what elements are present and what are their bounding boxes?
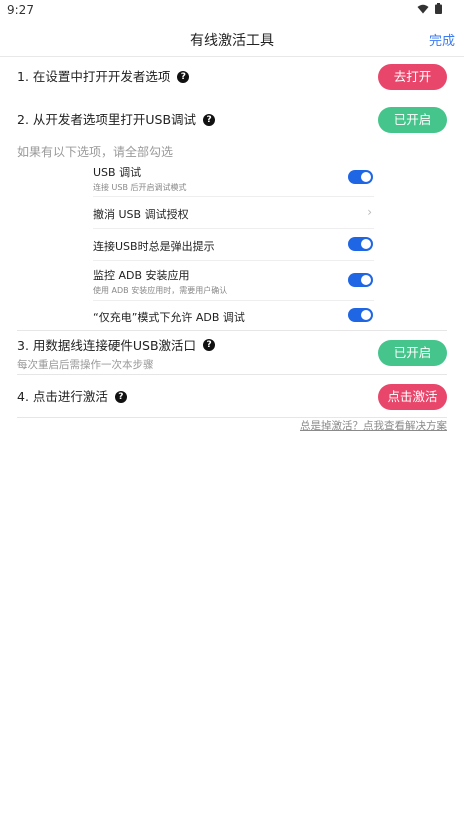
option-title: 监控 ADB 安装应用 [93,269,190,282]
option-title: 连接USB时总是弹出提示 [93,240,215,253]
divider [17,330,447,331]
step-4-label: 4. 点击进行激活 [17,389,108,404]
monitor-adb-install-toggle[interactable] [348,273,373,287]
step-1-label: 1. 在设置中打开开发者选项 [17,69,171,84]
divider [17,374,447,375]
option-title: USB 调试 [93,166,142,179]
help-link[interactable]: 总是掉激活？点我查看解决方案 [300,418,447,433]
option-title: “仅充电”模式下允许 ADB 调试 [93,311,245,324]
step-2-label: 2. 从开发者选项里打开USB调试 [17,112,197,127]
help-icon[interactable]: ? [203,338,216,351]
option-monitor-adb-install[interactable]: 监控 ADB 安装应用 使用 ADB 安装应用时，需要用户确认 [93,267,373,296]
option-subtitle: 连接 USB 后开启调试模式 [93,183,187,192]
usb-debug-toggle[interactable] [348,170,373,184]
divider [93,196,374,197]
wifi-icon [417,4,429,13]
step-3-label: 3. 用数据线连接硬件USB激活口 [17,338,197,353]
done-button[interactable]: 完成 [429,30,455,49]
option-title: 撤消 USB 调试授权 [93,208,189,221]
divider [93,228,374,229]
option-usb-prompt[interactable]: 连接USB时总是弹出提示 [93,238,373,254]
usb-connect-status-button[interactable]: 已开启 [378,340,447,366]
usb-debug-status-button[interactable]: 已开启 [378,107,447,133]
page-title: 有线激活工具 [190,33,274,49]
help-icon[interactable]: ? [203,114,216,126]
divider [93,260,374,261]
step-4: 4. 点击进行激活 ? 点击激活 [17,384,447,410]
status-time: 9:27 [7,3,34,17]
help-icon[interactable]: ? [177,71,190,83]
adb-charge-only-toggle[interactable] [348,308,373,322]
status-icons [417,3,442,14]
activate-button[interactable]: 点击激活 [378,384,447,410]
chevron-right-icon: › [367,205,372,219]
step-3: 3. 用数据线连接硬件USB激活口 ? 每次重启后需操作一次本步骤 已开启 [17,335,447,371]
step-1: 1. 在设置中打开开发者选项 ? 去打开 [17,64,447,90]
divider [93,300,374,301]
option-revoke-usb-auth[interactable]: 撤消 USB 调试授权 [93,206,373,222]
status-bar: 9:27 [0,0,464,22]
option-subtitle: 使用 ADB 安装应用时，需要用户确认 [93,286,228,295]
option-adb-charge-only[interactable]: “仅充电”模式下允许 ADB 调试 [93,309,373,325]
step-2: 2. 从开发者选项里打开USB调试 ? 已开启 [17,107,447,133]
option-usb-debug[interactable]: USB 调试 连接 USB 后开启调试模式 [93,164,373,193]
help-icon[interactable]: ? [114,391,127,403]
options-hint: 如果有以下选项，请全部勾选 [17,145,174,159]
usb-prompt-toggle[interactable] [348,237,373,251]
nav-bar: 有线激活工具 完成 [0,22,464,57]
open-developer-options-button[interactable]: 去打开 [378,64,447,90]
battery-icon [435,3,442,14]
